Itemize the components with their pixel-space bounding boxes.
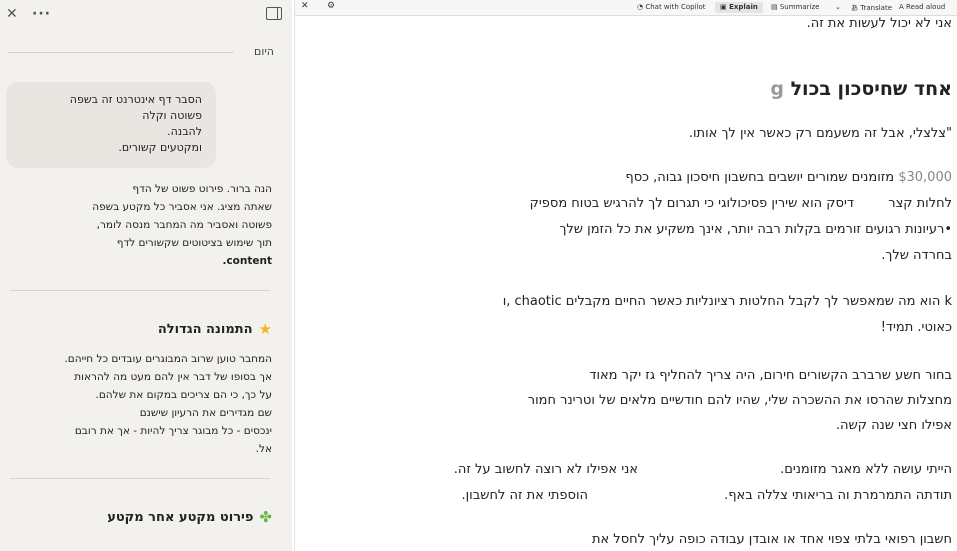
article-line: בחרדה שלך. [881,248,952,263]
article-line: אני אפילו לא רוצה לחשוב על זה. [453,462,638,477]
article-line: בחור חשע שרברב הקשורים חירום, היה צריך ל… [589,368,952,383]
article-line: מחצלות שהרסו את ההשכרה שלי, שהיו להם חוד… [527,393,952,408]
section-heading-breakdown: ✤ פירוט מקטע אחר מקטע [107,508,272,526]
copilot-sidebar: ✕ ··· היום הסבר דף אינטרנט זה בשפה פשוטה… [0,0,292,551]
article-line: הייתי עושה ללא מאגר מזומנים. [780,462,952,477]
translate-icon: あ [851,4,858,12]
user-message-line: להבנה. [167,125,202,138]
chevron-down-icon[interactable]: ⌄ [835,3,841,11]
ai-response-line: אל. [255,443,272,455]
explain-label: Explain [729,3,758,11]
amount-text: $30,000 [898,170,952,185]
user-message-bubble: הסבר דף אינטרנט זה בשפה פשוטה וקלה להבנה… [6,82,216,168]
ai-response-line: פשוטה ואסביר מה המחבר מנסה לומר, [96,219,272,231]
divider [10,290,270,291]
article-text: דיסק הוא שירין פסיכולוגי כי תגרום לך להר… [529,196,854,211]
sidebar-toggle-icon[interactable] [266,7,282,20]
big-picture-text: המחבר טוען שרוב המבוגרים עובדים כל חייהם… [64,350,272,458]
summarize-button[interactable]: ▤ Summarize [771,3,819,11]
divider [8,52,234,53]
explain-button[interactable]: ▣ Explain [715,2,763,13]
section-title: התמונה הגדולה [157,321,253,337]
ai-response-line: שם מגדירים את הרעיון שישנם [139,407,272,419]
article-line: אפילו חצי שנה קשה. [835,418,952,433]
pdf-toolbar: ✕ ⚙ ◔ Chat with Copilot ▣ Explain ▤ Summ… [295,0,957,16]
user-message-line: פשוטה וקלה [142,109,202,122]
chat-label: Chat with Copilot [645,3,706,11]
translate-button[interactable]: あ Translate [851,3,892,13]
ai-response-line: הנה ברור. פירוט פשוט של הדף [132,183,272,195]
article-text: לחלות קצר [888,196,952,211]
summarize-icon: ▤ [771,3,778,11]
article-line: "צלצלי, אבל זה משעמם רק כאשר אין לך אותו… [688,126,952,141]
article-line: אני לא יכול לעשות את זה. [806,16,952,31]
article-line: חשבון רפואי בלתי צפוי אחד או אובדן עבודה… [591,532,952,547]
read-aloud-button[interactable]: A Read aloud [899,3,945,11]
read-aloud-icon: A [899,3,904,11]
article-line: לחלות קצר דיסק הוא שירין פסיכולוגי כי תג… [530,196,952,211]
user-message-line: הסבר דף אינטרנט זה בשפה [69,93,202,106]
article-text: מזומנים שמורים יושבים בחשבון חיסכון גבוה… [625,170,895,185]
article-line: כאוטי. תמיד! [880,320,952,335]
translate-label: Translate [860,4,893,12]
ai-response-line: על כך, כי הם צריכים במקום את שלהם. [95,389,272,401]
reading-pane: ✕ ⚙ ◔ Chat with Copilot ▣ Explain ▤ Summ… [294,0,957,551]
article-line: •רעיונות רגועים זורמים בקלות רבה יותר, א… [559,222,952,237]
read-aloud-label: Read aloud [906,3,946,11]
ai-response-line: המחבר טוען שרוב המבוגרים עובדים כל חייהם… [64,353,272,365]
more-options-icon[interactable]: ··· [32,6,51,22]
section-heading-big-picture: ★ התמונה הגדולה [158,320,272,338]
ai-response-line: content. [222,255,272,267]
close-icon[interactable]: ✕ [6,6,18,22]
ai-response-line: אך בסופו של דבר אין להם מעט מה להראות [74,371,272,383]
heading-icon: g [770,78,784,100]
settings-icon[interactable]: ⚙ [327,1,335,11]
article-line: $30,000 מזומנים שמורים יושבים בחשבון חיס… [625,170,952,185]
explain-icon: ▣ [720,3,727,11]
ai-response-line: ינכסים - כל מבוגר צריך להיות - אך את רוב… [74,425,272,437]
article-line: k הוא מה שמאפשר לך לקבל החלטות רציונליות… [502,294,952,309]
chat-with-copilot-button[interactable]: ◔ Chat with Copilot [637,3,706,11]
ai-response-intro: הנה ברור. פירוט פשוט של הדף שאתה מציג. א… [92,180,272,270]
date-label: היום [254,45,274,58]
article-heading: אחד שחיסכון בכול g [770,78,952,100]
chat-icon: ◔ [637,3,644,11]
heading-text: אחד שחיסכון בכול [790,78,952,100]
article-line: הוספתי את זה לחשבון. [461,488,589,503]
user-message-line: ומקטעים קשורים. [118,141,202,154]
clover-icon: ✤ [259,508,272,526]
close-icon[interactable]: ✕ [301,1,309,11]
ai-response-line: תוך שימוש בציטוטים שקשורים לדף [116,237,272,249]
article-line: תודתה התמרמרת וה בריאותי צללה באף. [724,488,952,503]
star-icon: ★ [258,320,272,338]
summarize-label: Summarize [779,3,820,11]
ai-response-line: שאתה מציג. אני אסביר כל מקטע בשפה [92,201,272,213]
divider [10,478,270,479]
section-title: פירוט מקטע אחר מקטע [107,509,254,525]
